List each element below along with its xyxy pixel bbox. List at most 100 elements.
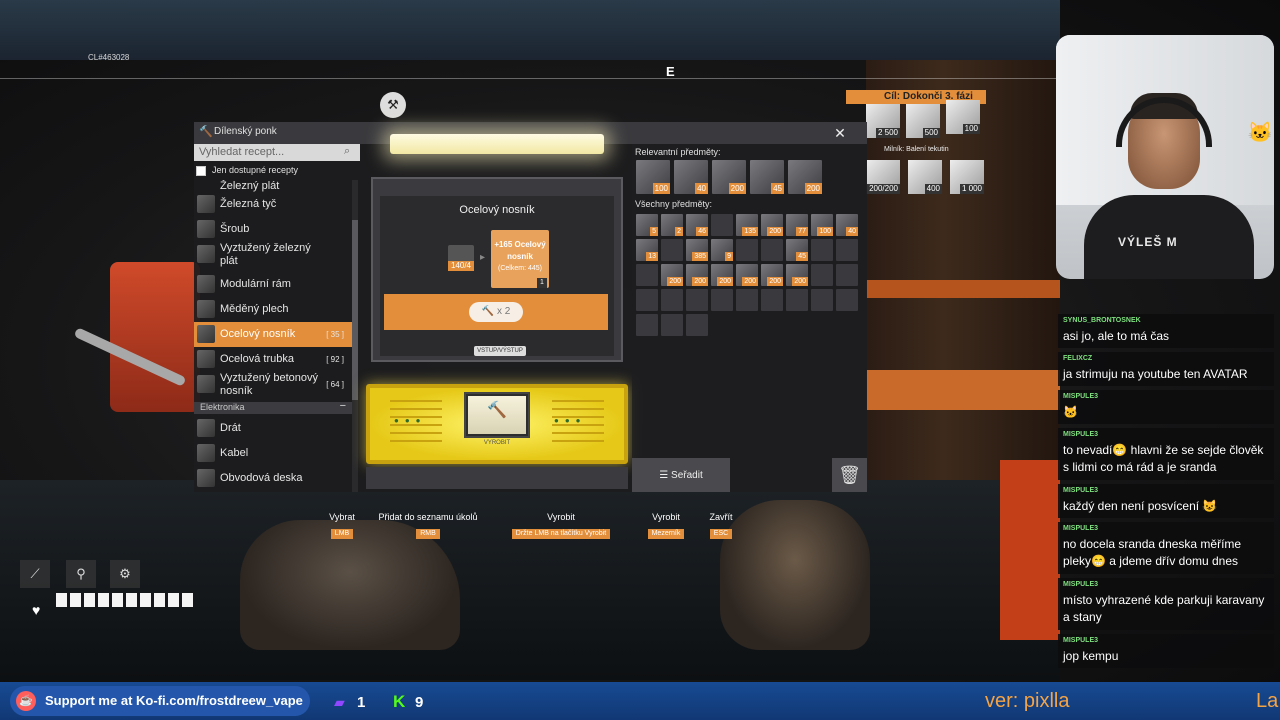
recipe-item[interactable]: Železná tyč (194, 192, 352, 217)
health-cell (140, 593, 151, 607)
inventory-slot[interactable] (736, 289, 758, 311)
inventory-slot[interactable] (661, 289, 683, 311)
inventory-slot[interactable] (636, 314, 658, 336)
inventory-slot[interactable]: 200 (661, 264, 683, 286)
health-cell (168, 593, 179, 607)
hotbar-slot[interactable]: ⟋ (20, 560, 50, 588)
inventory-slot[interactable] (811, 264, 833, 286)
trash-button[interactable]: 🗑 (832, 458, 867, 492)
health-cell (84, 593, 95, 607)
recipe-search-input[interactable]: Vyhledat recept... ⌕ (194, 144, 360, 161)
inventory-slot[interactable] (636, 264, 658, 286)
recipe-label: Měděný plech (220, 303, 289, 315)
inventory-slot[interactable] (636, 289, 658, 311)
inventory-slot[interactable]: 200 (761, 264, 783, 286)
recipe-item[interactable]: Kabel (194, 441, 352, 466)
recipe-item[interactable]: Vyztužený betonový nosník [ 64 ] (194, 372, 352, 400)
inventory-slot[interactable] (761, 289, 783, 311)
recipe-count: [ 64 ] (326, 380, 344, 389)
recipe-label: Ocelový nosník (220, 328, 296, 340)
recipe-item[interactable]: Vyztužený železný plát (194, 242, 352, 272)
inventory-slot[interactable]: 40 (836, 214, 858, 236)
inventory-slot[interactable] (811, 239, 833, 261)
recipe-item[interactable]: Měděný plech (194, 297, 352, 322)
inventory-slot[interactable] (811, 289, 833, 311)
inventory-slot[interactable]: 77 (786, 214, 808, 236)
craft-multiplier-button[interactable]: 🔨 x 2 (469, 302, 523, 322)
hotbar-slot[interactable]: ⚙ (110, 560, 140, 588)
output-total: (Celkem: 445) (498, 265, 542, 272)
chat-text: no docela sranda dneska měříme pleky😁 a … (1063, 537, 1242, 568)
inventory-slot[interactable]: 200 (711, 264, 733, 286)
relevant-slot[interactable]: 100 (636, 160, 670, 194)
recipe-scrollbar-thumb[interactable] (352, 220, 358, 400)
inventory-slot[interactable] (836, 289, 858, 311)
recipe-item[interactable]: Šroub (194, 217, 352, 242)
category-header[interactable]: Elektronika − (194, 400, 352, 414)
recipe-item-selected[interactable]: Ocelový nosník [ 35 ] (194, 322, 352, 347)
chat-message: MISPULE3 jop kempu (1058, 634, 1274, 668)
output-name: nosník (507, 252, 533, 261)
relevant-slot[interactable]: 45 (750, 160, 784, 194)
available-only-checkbox[interactable] (196, 166, 206, 176)
inventory-slot[interactable] (761, 239, 783, 261)
webcam-overlay: VÝLEŠ M (1056, 35, 1274, 279)
inventory-slot[interactable]: 200 (686, 264, 708, 286)
inventory-slot[interactable] (686, 314, 708, 336)
recipe-item[interactable]: Obvodová deska (194, 466, 352, 491)
inventory-slot[interactable]: 45 (786, 239, 808, 261)
inventory-slot[interactable]: 200 (786, 264, 808, 286)
recipe-label: Vyztužený železný plát (220, 242, 311, 267)
inventory-slot[interactable]: 200 (736, 264, 758, 286)
recipe-item[interactable]: Ocelová trubka [ 92 ] (194, 347, 352, 372)
sort-icon: ☰ (659, 470, 672, 481)
output-quantity: 1 (537, 278, 547, 288)
recipe-item[interactable]: Drát (194, 416, 352, 441)
inventory-slot[interactable] (661, 239, 683, 261)
recipe-item[interactable]: Modulární rám (194, 272, 352, 297)
inventory-slot[interactable]: 2 (661, 214, 683, 236)
close-button[interactable]: ✕ (830, 123, 850, 143)
inventory-slot[interactable] (686, 289, 708, 311)
inventory-slot[interactable] (836, 264, 858, 286)
relevant-slot[interactable]: 200 (788, 160, 822, 194)
inventory-slot[interactable]: 385 (686, 239, 708, 261)
chat-username: SYNUS_BRONTOSNEK (1063, 317, 1141, 324)
inventory-slot[interactable] (711, 289, 733, 311)
chat-text: to nevadí😁 hlavni že se sejde člověk s l… (1063, 443, 1264, 474)
chat-message: MISPULE3 to nevadí😁 hlavni že se sejde čl… (1058, 428, 1274, 480)
inventory-slot[interactable]: 100 (811, 214, 833, 236)
health-cell (56, 593, 67, 607)
inventory-slot[interactable]: 9 (711, 239, 733, 261)
wire-icon (197, 419, 215, 437)
inventory-slot[interactable]: 200 (761, 214, 783, 236)
available-only-filter[interactable]: Jen dostupné recepty (194, 164, 360, 178)
goal-item: 500 (906, 104, 940, 138)
inventory-slot[interactable]: 13 (636, 239, 658, 261)
game-ceiling (0, 0, 1060, 60)
screw-icon (197, 220, 215, 238)
milestone-item: 1 000 (950, 160, 984, 194)
inventory-slot[interactable] (836, 239, 858, 261)
goal-item: 100 (946, 100, 980, 134)
inventory-slot[interactable]: 5 (636, 214, 658, 236)
relevant-slot[interactable]: 200 (712, 160, 746, 194)
search-icon: ⌕ (344, 145, 351, 157)
relevant-slot[interactable]: 40 (674, 160, 708, 194)
inventory-slot[interactable] (736, 239, 758, 261)
inventory-slot[interactable] (786, 289, 808, 311)
inventory-slot[interactable]: 46 (686, 214, 708, 236)
health-cell (154, 593, 165, 607)
hotbar-slot[interactable]: ⚲ (66, 560, 96, 588)
milestone-item: 400 (908, 160, 942, 194)
inventory-slot[interactable] (711, 214, 733, 236)
inventory-slot[interactable]: 135 (736, 214, 758, 236)
health-cell (182, 593, 193, 607)
coordinate-readout: CL#463028 (88, 53, 130, 62)
chat-message: MISPULE3 místo vyhrazené kde parkuji kara… (1058, 578, 1274, 630)
recipe-list: Železný plát Železná tyč Šroub Vyztužený… (194, 180, 352, 492)
milestone-item: 200/200 (866, 160, 900, 194)
inventory-slot[interactable] (661, 314, 683, 336)
chat-message: MISPULE3 každý den není posvícení 😺 (1058, 484, 1274, 518)
collapse-icon[interactable]: − (340, 400, 346, 412)
